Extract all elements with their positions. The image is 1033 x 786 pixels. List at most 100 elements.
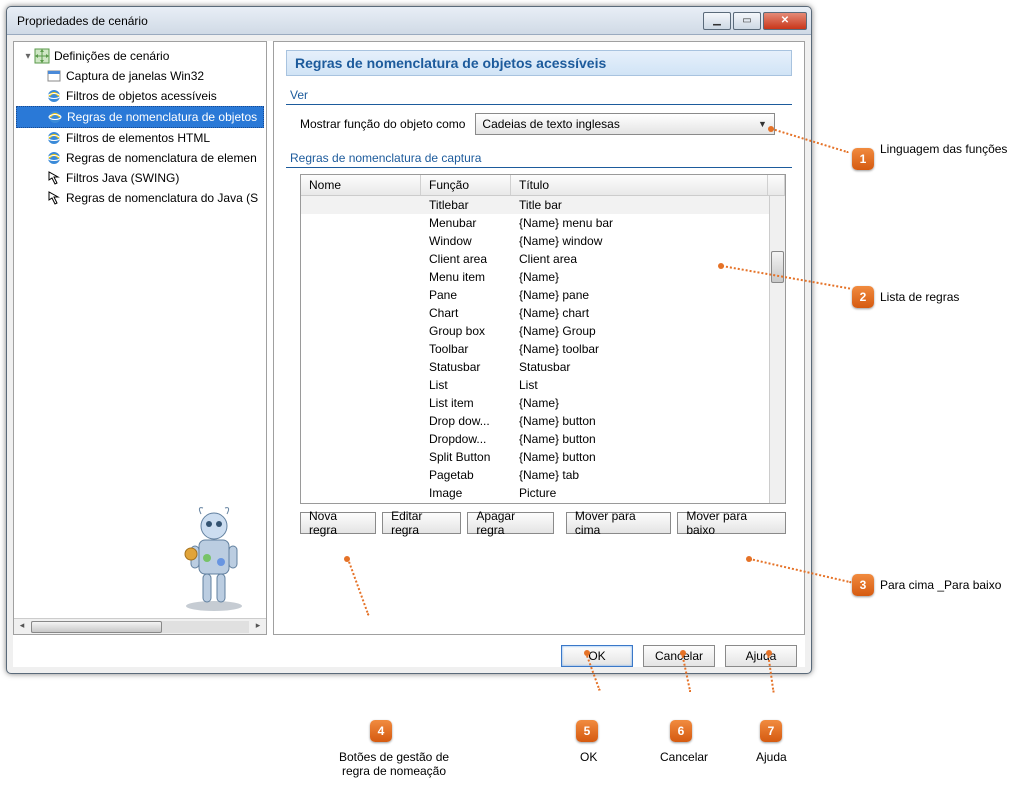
table-row[interactable]: Pane{Name} pane	[301, 286, 769, 304]
callout-5-badge: 5	[576, 720, 598, 742]
rules-table: Nome Função Título TitlebarTitle barMenu…	[300, 174, 786, 504]
tree-item[interactable]: Filtros de elementos HTML	[16, 128, 264, 148]
table-row[interactable]: Split Button{Name} button	[301, 448, 769, 466]
tree-item[interactable]: Filtros Java (SWING)	[16, 168, 264, 188]
cell-titulo: Picture	[511, 486, 769, 500]
minimize-button[interactable]	[703, 12, 731, 30]
tree-item[interactable]: Regras de nomenclatura de elemen	[16, 148, 264, 168]
robot-illustration	[169, 502, 259, 612]
cell-titulo: {Name} chart	[511, 306, 769, 320]
tree-item-label: Captura de janelas Win32	[66, 69, 204, 83]
help-button[interactable]: Ajuda	[725, 645, 797, 667]
cell-titulo: {Name} Group	[511, 324, 769, 338]
cell-funcao: Window	[421, 234, 511, 248]
tree-item-icon	[46, 88, 62, 104]
table-row[interactable]: ListList	[301, 376, 769, 394]
scenario-icon	[34, 48, 50, 64]
col-nome[interactable]: Nome	[301, 175, 421, 195]
callout-3-badge: 3	[852, 574, 874, 596]
table-row[interactable]: Menu item{Name}	[301, 268, 769, 286]
cell-titulo: {Name}	[511, 396, 769, 410]
dialog-window: Propriedades de cenário ▾ Definições de …	[6, 6, 812, 674]
table-row[interactable]: TitlebarTitle bar	[301, 196, 769, 214]
new-rule-button[interactable]: Nova regra	[300, 512, 376, 534]
cell-funcao: Statusbar	[421, 360, 511, 374]
cell-funcao: Chart	[421, 306, 511, 320]
tree-item[interactable]: Filtros de objetos acessíveis	[16, 86, 264, 106]
tree-item-label: Regras de nomenclatura de objetos	[67, 110, 257, 124]
cell-titulo: {Name} menu bar	[511, 216, 769, 230]
table-row[interactable]: ImagePicture	[301, 484, 769, 502]
window-title: Propriedades de cenário	[17, 14, 703, 28]
tree-item[interactable]: Regras de nomenclatura do Java (S	[16, 188, 264, 208]
move-down-button[interactable]: Mover para baixo	[677, 512, 786, 534]
cell-funcao: Toolbar	[421, 342, 511, 356]
tree-item-icon	[46, 150, 62, 166]
cell-funcao: List	[421, 378, 511, 392]
tree-item-icon	[46, 170, 62, 186]
tree-item-label: Regras de nomenclatura de elemen	[66, 151, 257, 165]
callout-4-label: Botões de gestão de regra de nomeação	[334, 750, 454, 778]
tree-item-label: Filtros Java (SWING)	[66, 171, 179, 185]
table-row[interactable]: Client areaClient area	[301, 250, 769, 268]
callout-3-label: Para cima _Para baixo	[880, 578, 1001, 592]
cell-funcao: Menubar	[421, 216, 511, 230]
navigation-tree: ▾ Definições de cenário Captura de janel…	[13, 41, 267, 635]
cell-titulo: {Name} toolbar	[511, 342, 769, 356]
col-funcao[interactable]: Função	[421, 175, 511, 195]
cell-titulo: {Name} button	[511, 432, 769, 446]
titlebar[interactable]: Propriedades de cenário	[7, 7, 811, 35]
cell-titulo: {Name} window	[511, 234, 769, 248]
table-row[interactable]: List item{Name}	[301, 394, 769, 412]
table-row[interactable]: Group box{Name} Group	[301, 322, 769, 340]
cell-funcao: Image	[421, 486, 511, 500]
table-row[interactable]: Toolbar{Name} toolbar	[301, 340, 769, 358]
table-row[interactable]: Drop dow...{Name} button	[301, 412, 769, 430]
cell-funcao: Dropdow...	[421, 432, 511, 446]
callout-7-label: Ajuda	[756, 750, 787, 764]
close-button[interactable]	[763, 12, 807, 30]
tree-item-label: Filtros de objetos acessíveis	[66, 89, 217, 103]
cell-titulo: Statusbar	[511, 360, 769, 374]
ok-button[interactable]: OK	[561, 645, 633, 667]
show-role-label: Mostrar função do objeto como	[300, 117, 465, 131]
table-row[interactable]: Menubar{Name} menu bar	[301, 214, 769, 232]
callout-4-badge: 4	[370, 720, 392, 742]
cell-funcao: Split Button	[421, 450, 511, 464]
delete-rule-button[interactable]: Apagar regra	[467, 512, 554, 534]
cell-titulo: {Name} tab	[511, 468, 769, 482]
main-panel: Regras de nomenclatura de objetos acessí…	[273, 41, 805, 635]
role-language-dropdown[interactable]: Cadeias de texto inglesas ▼	[475, 113, 775, 135]
tree-root[interactable]: ▾ Definições de cenário	[16, 46, 264, 66]
cell-funcao: Group box	[421, 324, 511, 338]
maximize-button[interactable]	[733, 12, 761, 30]
tree-item[interactable]: Regras de nomenclatura de objetos	[16, 106, 264, 128]
table-row[interactable]: StatusbarStatusbar	[301, 358, 769, 376]
callout-2-badge: 2	[852, 286, 874, 308]
rules-header: Regras de nomenclatura de captura	[286, 149, 792, 168]
cell-funcao: Drop dow...	[421, 414, 511, 428]
tree-item-icon	[47, 109, 63, 125]
tree-item-icon	[46, 190, 62, 206]
move-up-button[interactable]: Mover para cima	[566, 512, 671, 534]
cell-funcao: List item	[421, 396, 511, 410]
cancel-button[interactable]: Cancelar	[643, 645, 715, 667]
tree-hscroll[interactable]: ◂ ▸	[14, 618, 266, 634]
callout-1-label: Linguagem das funções	[880, 142, 1007, 156]
collapse-icon[interactable]: ▾	[22, 51, 34, 62]
cell-titulo: {Name} button	[511, 414, 769, 428]
tree-item-label: Filtros de elementos HTML	[66, 131, 210, 145]
tree-item[interactable]: Captura de janelas Win32	[16, 66, 264, 86]
cell-titulo: {Name}	[511, 270, 769, 284]
table-row[interactable]: Window{Name} window	[301, 232, 769, 250]
edit-rule-button[interactable]: Editar regra	[382, 512, 461, 534]
tree-item-label: Regras de nomenclatura do Java (S	[66, 191, 258, 205]
table-row[interactable]: Dropdow...{Name} button	[301, 430, 769, 448]
table-row[interactable]: Chart{Name} chart	[301, 304, 769, 322]
ver-header: Ver	[286, 86, 792, 105]
col-titulo[interactable]: Título	[511, 175, 768, 195]
tree-item-icon	[46, 68, 62, 84]
table-row[interactable]: Pagetab{Name} tab	[301, 466, 769, 484]
table-vscroll[interactable]	[769, 196, 785, 503]
cell-titulo: Client area	[511, 252, 769, 266]
